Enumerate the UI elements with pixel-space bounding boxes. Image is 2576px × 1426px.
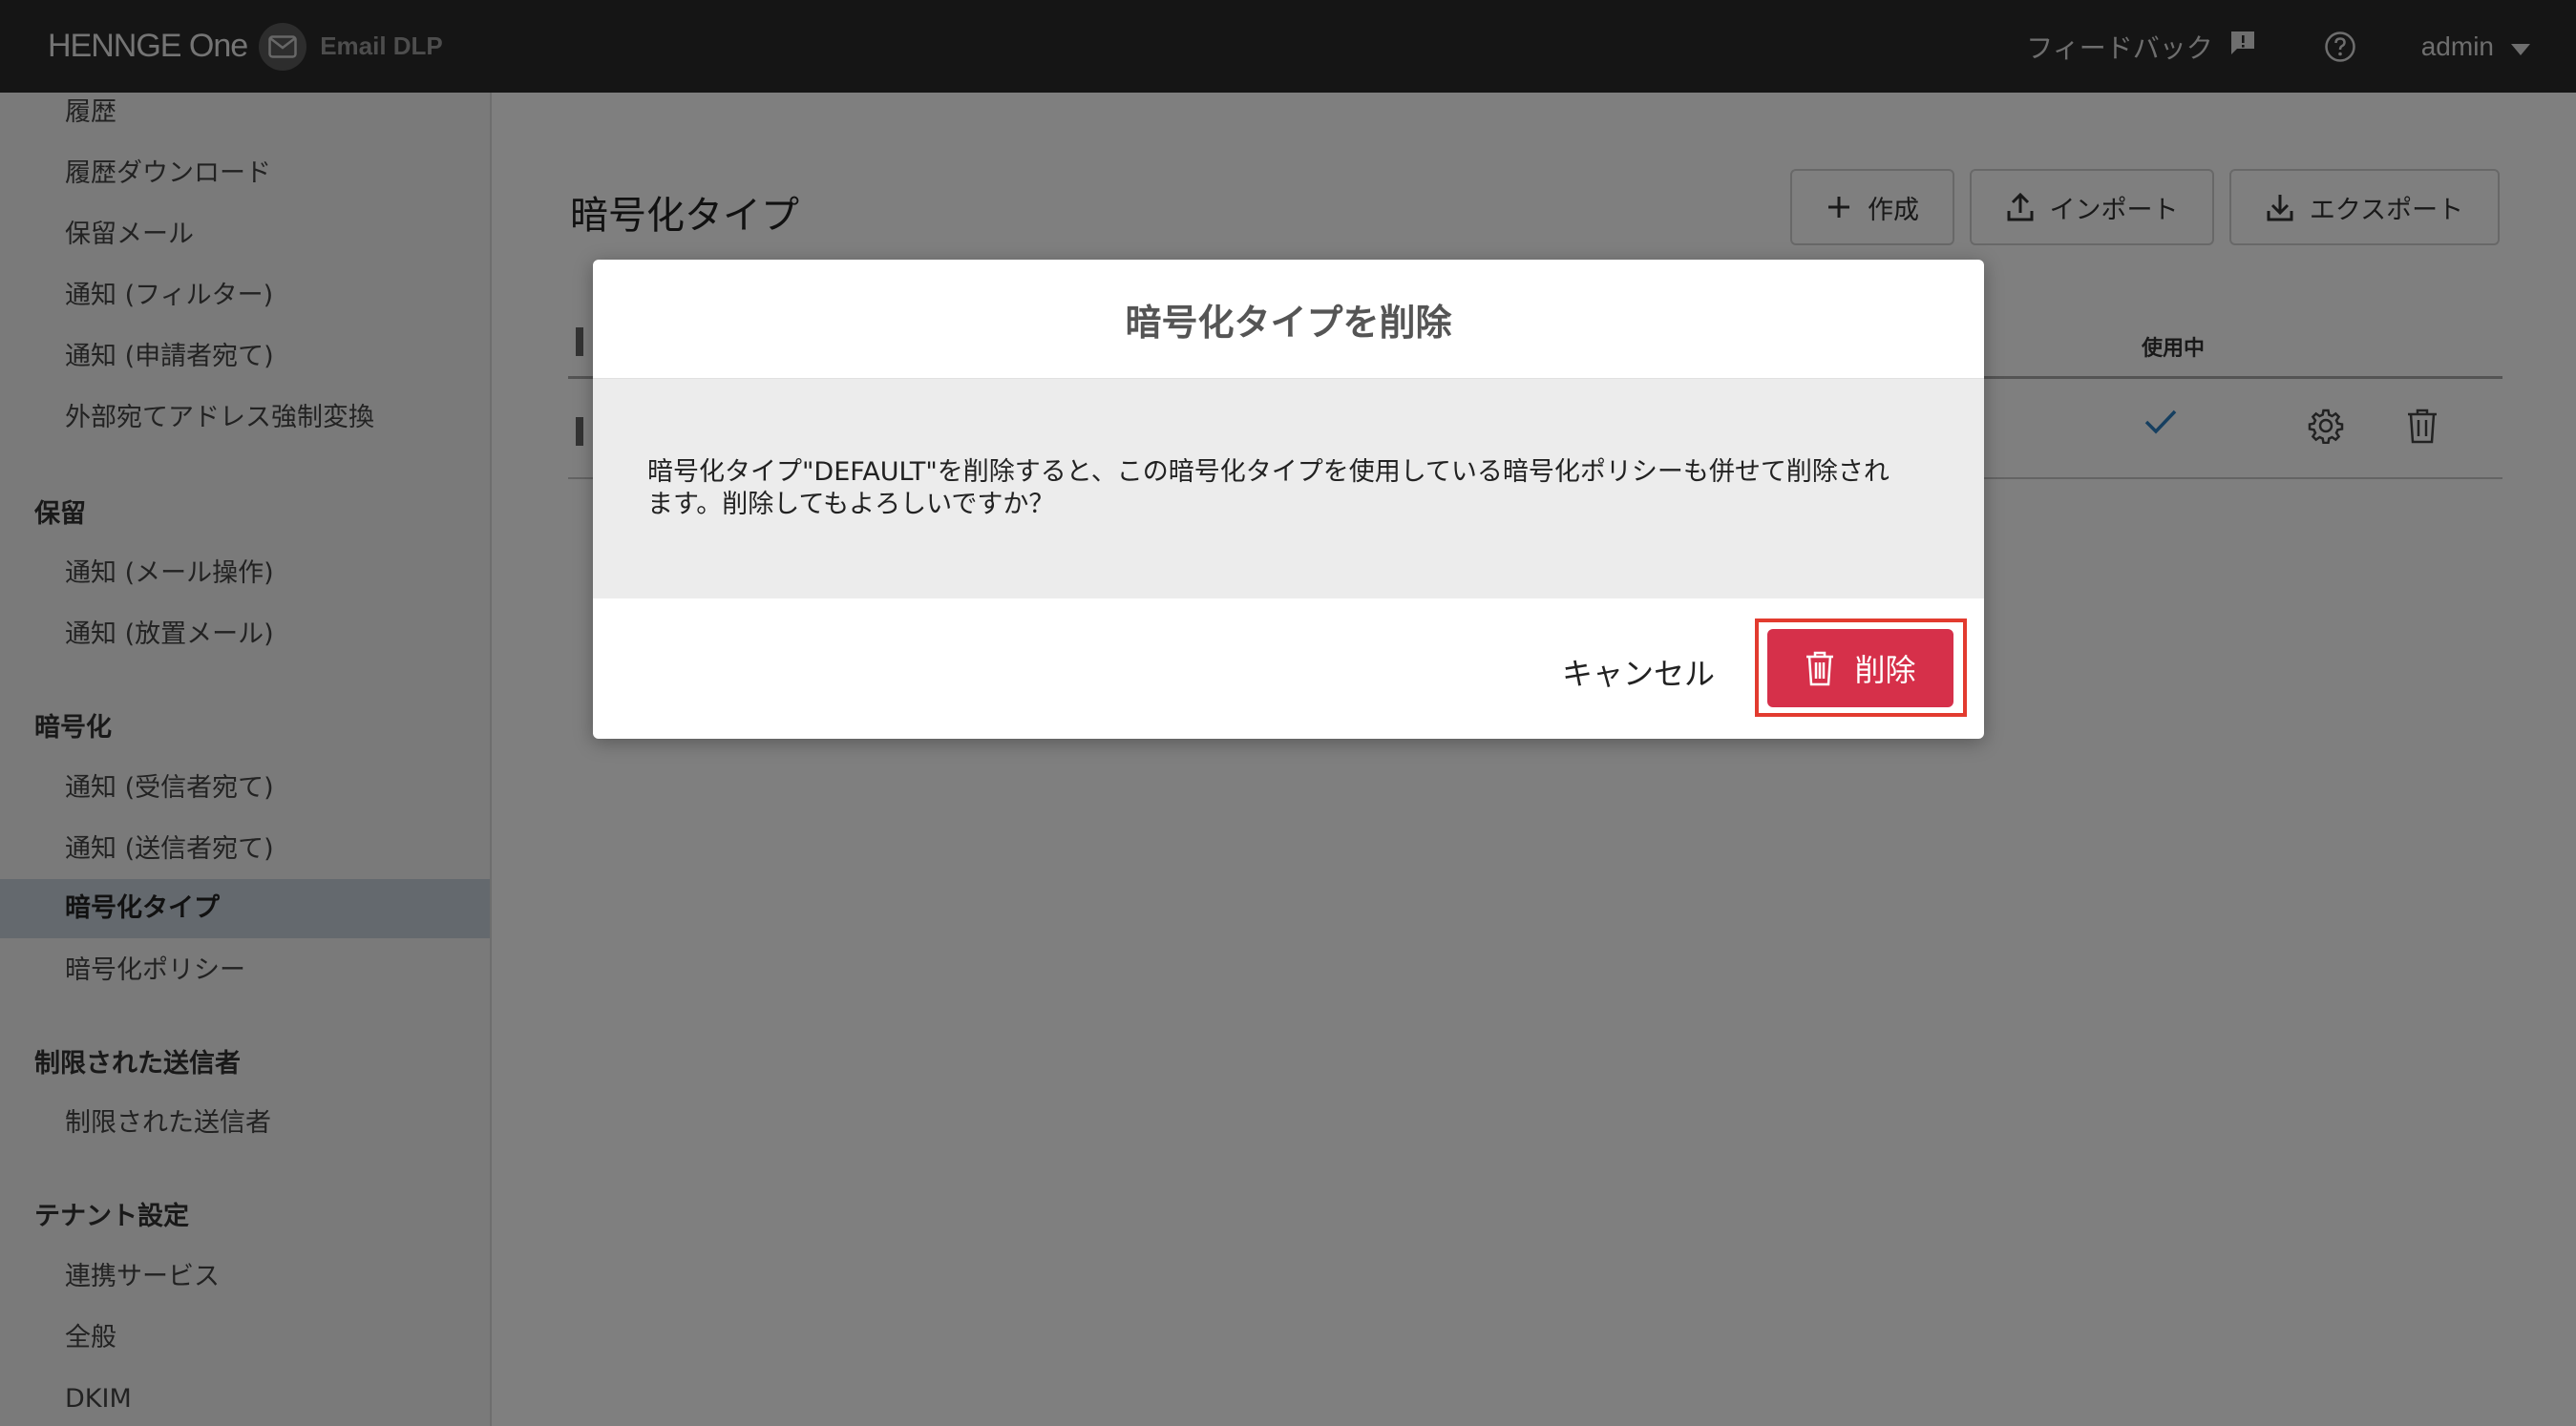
delete-confirmation-dialog: 暗号化タイプを削除 暗号化タイプ"DEFAULT"を削除すると、この暗号化タイプ…: [593, 260, 1984, 739]
dialog-message: 暗号化タイプ"DEFAULT"を削除すると、この暗号化タイプを使用している暗号化…: [647, 457, 1890, 519]
delete-label: 削除: [1854, 652, 1916, 688]
dialog-title: 暗号化タイプを削除: [593, 260, 1984, 379]
dialog-body: 暗号化タイプ"DEFAULT"を削除すると、この暗号化タイプを使用している暗号化…: [593, 379, 1984, 598]
trash-icon: [1806, 651, 1834, 686]
cancel-button[interactable]: キャンセル: [1562, 650, 1715, 694]
dialog-footer: キャンセル 削除: [593, 598, 1984, 739]
delete-button[interactable]: 削除: [1767, 629, 1953, 707]
